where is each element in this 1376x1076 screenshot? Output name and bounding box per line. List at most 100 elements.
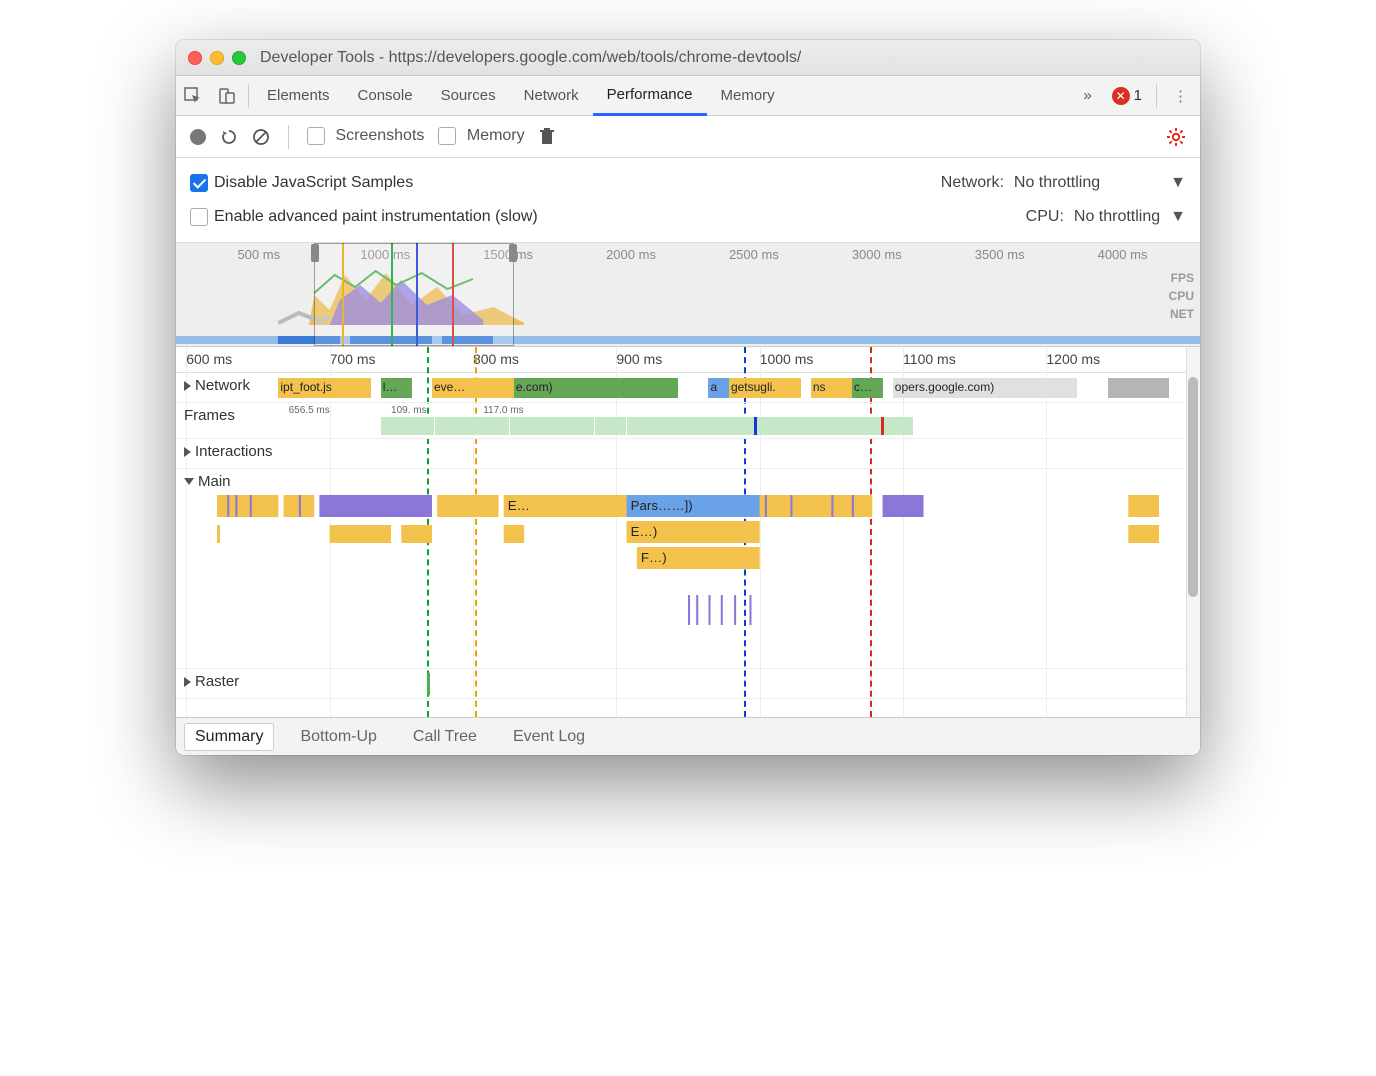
chevron-down-icon: ▼ — [1170, 174, 1186, 192]
flame-chart[interactable]: E… Pars……]) E…) F…) — [176, 495, 1200, 665]
vertical-scrollbar[interactable] — [1186, 347, 1200, 717]
screenshots-label: Screenshots — [335, 128, 424, 145]
track-network-header[interactable]: Network — [184, 377, 250, 394]
chevron-right-icon — [184, 677, 191, 687]
network-throttle-select[interactable]: Network: No throttling ▼ — [941, 174, 1186, 192]
raster-marker — [427, 673, 430, 695]
tab-sources[interactable]: Sources — [427, 76, 510, 116]
window-title: Developer Tools - https://developers.goo… — [260, 49, 801, 67]
tab-memory[interactable]: Memory — [707, 76, 789, 116]
reload-icon[interactable] — [220, 128, 238, 146]
network-request-bar[interactable]: l… — [381, 378, 412, 398]
memory-label: Memory — [467, 128, 525, 145]
performance-toolbar: Screenshots Memory — [176, 116, 1200, 158]
minimize-window-button[interactable] — [210, 51, 224, 65]
menu-kebab-icon[interactable]: ⋮ — [1161, 87, 1200, 105]
svg-text:Pars……]): Pars……]) — [631, 498, 693, 513]
svg-text:E…): E…) — [631, 524, 658, 539]
scrollbar-thumb[interactable] — [1188, 377, 1198, 597]
tab-console[interactable]: Console — [344, 76, 427, 116]
memory-toggle[interactable]: Memory — [438, 127, 524, 145]
clear-icon[interactable] — [252, 128, 270, 146]
track-raster[interactable]: Raster — [176, 669, 1200, 699]
maximize-window-button[interactable] — [232, 51, 246, 65]
network-request-bar[interactable]: ns — [811, 378, 852, 398]
network-request-bar[interactable]: ipt_foot.js — [278, 378, 370, 398]
detail-tick: 1000 ms — [760, 351, 814, 367]
cpu-value: No throttling — [1074, 208, 1160, 226]
disable-js-checkbox[interactable] — [190, 174, 208, 192]
divider — [1156, 84, 1157, 108]
network-request-bar[interactable]: c… — [852, 378, 883, 398]
track-frames-label: Frames — [184, 407, 235, 424]
tab-elements[interactable]: Elements — [253, 76, 344, 116]
network-label: Network: — [941, 174, 1004, 192]
track-interactions-header[interactable]: Interactions — [184, 443, 273, 460]
detail-ruler: 600 ms700 ms800 ms900 ms1000 ms1100 ms12… — [176, 347, 1200, 373]
overview-timeline[interactable]: 500 ms1000 ms1500 ms2000 ms2500 ms3000 m… — [176, 243, 1200, 347]
inspect-icon[interactable] — [176, 76, 210, 116]
tab-list: Elements Console Sources Network Perform… — [253, 76, 1073, 116]
network-request-bar[interactable]: e.com) — [514, 378, 678, 398]
network-request-bar[interactable]: a — [708, 378, 728, 398]
detail-tick: 1200 ms — [1046, 351, 1100, 367]
cpu-label: CPU: — [1026, 208, 1064, 226]
track-main-header[interactable]: Main — [184, 473, 231, 490]
disable-js-label: Disable JavaScript Samples — [214, 174, 413, 192]
overview-viewport[interactable] — [314, 243, 514, 346]
window-controls — [188, 51, 246, 65]
frame-duration-label: 117.0 ms — [483, 405, 523, 416]
overview-tick: 4000 ms — [1098, 247, 1148, 262]
device-toggle-icon[interactable] — [210, 76, 244, 116]
error-count-badge[interactable]: ✕ 1 — [1102, 87, 1152, 105]
bottom-tab-summary[interactable]: Summary — [184, 723, 274, 751]
network-value: No throttling — [1014, 174, 1100, 192]
network-request-bar[interactable]: opers.google.com) — [893, 378, 1077, 398]
track-interactions-label: Interactions — [195, 443, 273, 460]
svg-text:E…: E… — [508, 498, 530, 513]
disable-js-toggle[interactable]: Disable JavaScript Samples — [190, 174, 413, 192]
network-request-bar[interactable]: eve… — [432, 378, 514, 398]
network-request-bar[interactable]: getsugli. — [729, 378, 801, 398]
bottom-tab-calltree[interactable]: Call Tree — [403, 724, 487, 750]
tab-network[interactable]: Network — [510, 76, 593, 116]
record-button[interactable] — [190, 129, 206, 145]
screenshots-checkbox[interactable] — [307, 127, 325, 145]
advanced-paint-toggle[interactable]: Enable advanced paint instrumentation (s… — [190, 208, 538, 226]
devtools-tabs: Elements Console Sources Network Perform… — [176, 76, 1200, 116]
error-icon: ✕ — [1112, 87, 1130, 105]
track-network[interactable]: Network ipt_foot.js l… eve…e.com) agetsugli… — [176, 373, 1200, 403]
svg-text:F…): F…) — [641, 550, 667, 565]
titlebar: Developer Tools - https://developers.goo… — [176, 40, 1200, 76]
more-tabs-button[interactable]: » — [1073, 87, 1101, 104]
frame-duration-label: 656.5 ms — [289, 405, 330, 416]
cpu-throttle-select[interactable]: CPU: No throttling ▼ — [1026, 208, 1186, 226]
track-frames-header[interactable]: Frames — [184, 407, 235, 424]
bottom-tab-eventlog[interactable]: Event Log — [503, 724, 595, 750]
capture-settings-panel: Disable JavaScript Samples Network: No t… — [176, 158, 1200, 243]
overview-tick: 3000 ms — [852, 247, 902, 262]
detail-tick: 700 ms — [330, 351, 376, 367]
tab-performance[interactable]: Performance — [593, 76, 707, 116]
track-interactions[interactable]: Interactions — [176, 439, 1200, 469]
network-request-bar[interactable] — [1108, 378, 1169, 398]
track-raster-header[interactable]: Raster — [184, 673, 239, 690]
devtools-window: Developer Tools - https://developers.goo… — [176, 40, 1200, 755]
track-main[interactable]: Main — [176, 469, 1200, 669]
capture-settings-gear-icon[interactable] — [1166, 127, 1186, 147]
viewport-handle-left[interactable] — [311, 244, 319, 262]
bottom-tabs: Summary Bottom-Up Call Tree Event Log — [176, 717, 1200, 755]
track-frames[interactable]: Frames 656.5 ms109. ms117.0 ms — [176, 403, 1200, 439]
trash-icon[interactable] — [539, 128, 555, 146]
track-network-label: Network — [195, 377, 250, 394]
error-count: 1 — [1134, 87, 1142, 104]
viewport-handle-right[interactable] — [509, 244, 517, 262]
close-window-button[interactable] — [188, 51, 202, 65]
track-main-label: Main — [198, 473, 231, 490]
chevron-down-icon — [184, 478, 194, 485]
bottom-tab-bottomup[interactable]: Bottom-Up — [290, 724, 386, 750]
memory-checkbox[interactable] — [438, 127, 456, 145]
chevron-down-icon: ▼ — [1170, 208, 1186, 226]
screenshots-toggle[interactable]: Screenshots — [307, 127, 424, 145]
advanced-paint-checkbox[interactable] — [190, 208, 208, 226]
